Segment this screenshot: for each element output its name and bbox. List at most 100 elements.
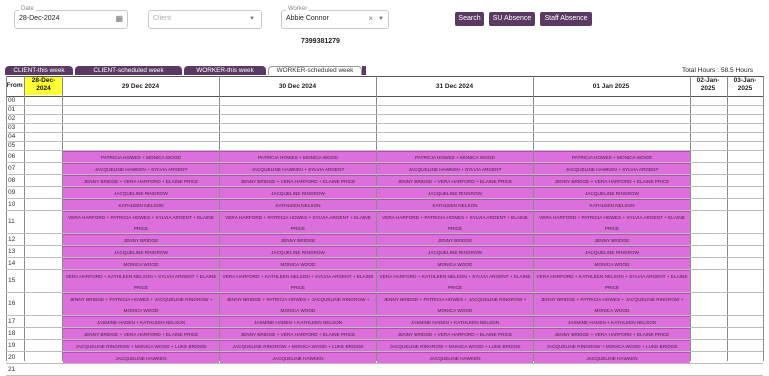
booking-block[interactable]: JENNY BRIDGE + PATRICIA HOWES + JACQUELI…: [220, 293, 376, 316]
booking-names: JENNY BRIDGE + VERA HARFORD + ELAINE PRI…: [240, 331, 356, 337]
booking-block[interactable]: VERA HARFORD + KATHLEEN NELSON + SYLVIA …: [63, 270, 219, 293]
date-field-label: Date: [19, 6, 36, 13]
booking-names: MONICA WOOD: [594, 261, 630, 267]
booking-names: VERA HARFORD + PATRICIA HOWES + SYLVIA A…: [68, 214, 214, 220]
worker-select-label: Worker: [286, 6, 310, 13]
booking-block[interactable]: VERA HARFORD + KATHLEEN NELSON + SYLVIA …: [377, 270, 533, 293]
tab-client-this-week[interactable]: CLIENT-this week: [5, 66, 73, 75]
tab-worker-scheduled-week[interactable]: WORKER-scheduled week: [268, 66, 362, 75]
booking-names: JACQUELINE HAWKEN + SYLVIA ARGENT: [408, 166, 502, 172]
booking-block[interactable]: VERA HARFORD + PATRICIA HOWES + SYLVIA A…: [534, 211, 690, 234]
booking-names: JASMINE HADEN + KATHLEEN NELSON: [410, 319, 500, 325]
booking-names: JACQUELINE RINGROW + MONICA WOOD + LUKE …: [389, 343, 521, 349]
hour-label: 00: [8, 97, 16, 104]
total-hours: Total Hours : 58.5 Hours: [682, 67, 754, 74]
booking-names: VERA HARFORD + KATHLEEN NELSON + SYLVIA …: [379, 273, 531, 279]
booking-block[interactable]: VERA HARFORD + KATHLEEN NELSON + SYLVIA …: [534, 270, 690, 293]
tab-worker-this-week[interactable]: WORKER-this week: [184, 66, 266, 75]
booking-names: PRICE: [133, 225, 149, 231]
hour-label: 10: [8, 200, 16, 208]
date-field[interactable]: Date 28-Dec-2024 ▦: [14, 6, 128, 29]
chevron-down-icon[interactable]: ▼: [249, 16, 255, 22]
row-divider: [6, 363, 763, 364]
grid-top-border: [6, 76, 763, 77]
hour-label: 17: [8, 317, 16, 325]
row-divider: [6, 114, 763, 115]
booking-names: JASMINE HADEN + KATHLEEN NELSON: [96, 319, 186, 325]
hour-label: 02: [8, 115, 16, 122]
booking-names: JACQUELINE HAWKEN: [586, 355, 638, 361]
staff-absence-button[interactable]: Staff Absence: [540, 12, 592, 26]
booking-names: MONICA WOOD: [437, 307, 473, 313]
booking-names: MONICA WOOD: [123, 307, 159, 313]
booking-names: VERA HARFORD + KATHLEEN NELSON + SYLVIA …: [65, 273, 217, 279]
booking-names: PRICE: [290, 284, 306, 290]
booking-names: JACQUELINE HAWKEN: [115, 355, 167, 361]
day-header-01-jan: 01 Jan 2025: [592, 83, 630, 90]
hour-label: 15: [8, 277, 16, 284]
hour-label: 16: [8, 300, 16, 307]
close-icon[interactable]: ×: [368, 14, 373, 23]
column-divider: [6, 76, 7, 361]
column-divider: [763, 76, 764, 361]
booking-names: VERA HARFORD + PATRICIA HOWES + SYLVIA A…: [382, 214, 528, 220]
booking-names: PRICE: [290, 225, 306, 231]
hour-label: 08: [8, 176, 16, 184]
hour-label: 20: [8, 353, 16, 361]
booking-block[interactable]: VERA HARFORD + PATRICIA HOWES + SYLVIA A…: [63, 211, 219, 234]
booking-names: KATHLEEN NELSON: [589, 202, 635, 208]
booking-names: JACQUELINE RINGROW + MONICA WOOD + LUKE …: [546, 343, 678, 349]
hour-label: 12: [8, 235, 16, 243]
worker-select-value: Abbie Connor: [286, 15, 329, 22]
hour-label: 14: [8, 259, 16, 267]
booking-names: JASMINE HADEN + KATHLEEN NELSON: [567, 319, 657, 325]
row-divider: [6, 132, 763, 133]
booking-names: JACQUELINE RINGROW: [585, 190, 639, 196]
booking-names: JENNY BRIDGE + VERA HARFORD + ELAINE PRI…: [397, 331, 513, 337]
booking-names: VERA HARFORD + KATHLEEN NELSON + SYLVIA …: [536, 273, 688, 279]
hour-label: 11: [8, 218, 15, 225]
booking-block[interactable]: VERA HARFORD + PATRICIA HOWES + SYLVIA A…: [220, 211, 376, 234]
booking-names: KATHLEEN NELSON: [432, 202, 478, 208]
booking-block[interactable]: JENNY BRIDGE + PATRICIA HOWES + JACQUELI…: [63, 293, 219, 316]
booking-names: JACQUELINE RINGROW: [428, 249, 482, 255]
row-divider: [6, 141, 763, 142]
booking-names: JACQUELINE RINGROW: [428, 190, 482, 196]
booking-names: JACQUELINE HAWKEN + SYLVIA ARGENT: [565, 166, 659, 172]
worker-select[interactable]: Worker Abbie Connor × ▼: [281, 6, 389, 29]
booking-block[interactable]: JENNY BRIDGE + PATRICIA HOWES + JACQUELI…: [534, 293, 690, 316]
search-button[interactable]: Search: [455, 12, 484, 26]
booking-block[interactable]: VERA HARFORD + KATHLEEN NELSON + SYLVIA …: [220, 270, 376, 293]
booking-names: JENNY BRIDGE + PATRICIA HOWES + JACQUELI…: [226, 296, 370, 302]
row-divider: [6, 105, 763, 106]
booking-names: MONICA WOOD: [280, 307, 316, 313]
schedule-grid: From 28-Dec-2024 29 Dec 2024 30 Dec 2024…: [6, 76, 764, 376]
booking-names: JENNY BRIDGE: [123, 237, 159, 243]
today-header: 28-Dec-2024: [25, 77, 62, 95]
day-header-03-jan: 03-Jan-2025: [733, 77, 757, 92]
booking-names: PATRICIA HOWES + MONICA WOOD: [572, 154, 652, 160]
tab-bar-end: [362, 66, 366, 75]
booking-names: JENNY BRIDGE + PATRICIA HOWES + JACQUELI…: [540, 296, 684, 302]
booking-names: JENNY BRIDGE + VERA HARFORD + ELAINE PRI…: [83, 331, 199, 337]
booking-names: PATRICIA HOWES + MONICA WOOD: [101, 154, 181, 160]
booking-names: JACQUELINE HAWKEN + SYLVIA ARGENT: [94, 166, 188, 172]
booking-names: JENNY BRIDGE + VERA HARFORD + ELAINE PRI…: [397, 178, 513, 184]
su-absence-button[interactable]: SU Absence: [489, 12, 535, 26]
tab-client-scheduled-week[interactable]: CLIENT-scheduled week: [75, 66, 182, 75]
worker-phone: 7399381279: [301, 38, 340, 45]
booking-block[interactable]: JENNY BRIDGE + PATRICIA HOWES + JACQUELI…: [377, 293, 533, 316]
day-header-02-jan: 02-Jan-2025: [696, 77, 720, 92]
column-divider: [690, 76, 691, 361]
booking-names: KATHLEEN NELSON: [275, 202, 321, 208]
booking-names: VERA HARFORD + KATHLEEN NELSON + SYLVIA …: [222, 273, 374, 279]
hour-label: 21: [8, 365, 16, 373]
hour-label: 07: [8, 164, 16, 172]
client-select[interactable]: Client ▼: [148, 10, 262, 29]
booking-names: MONICA WOOD: [280, 261, 316, 267]
calendar-icon[interactable]: ▦: [115, 14, 123, 23]
booking-names: JENNY BRIDGE + VERA HARFORD + ELAINE PRI…: [554, 178, 670, 184]
booking-names: JENNY BRIDGE: [437, 237, 473, 243]
booking-block[interactable]: VERA HARFORD + PATRICIA HOWES + SYLVIA A…: [377, 211, 533, 234]
chevron-down-icon[interactable]: ▼: [378, 16, 384, 22]
